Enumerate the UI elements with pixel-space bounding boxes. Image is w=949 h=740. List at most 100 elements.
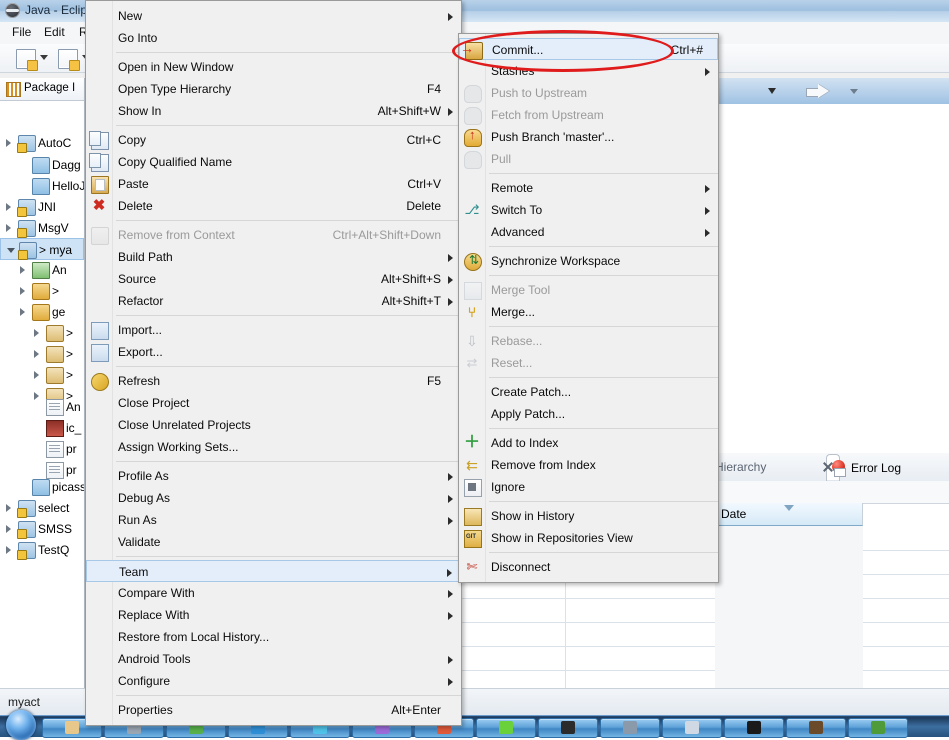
tree-item[interactable]: JNI [0,196,84,218]
menu-item-replace-with[interactable]: Replace With [86,604,461,626]
menu-item-run-as[interactable]: Run As [86,509,461,531]
menu-item-refactor[interactable]: Refactor Alt+Shift+T [86,290,461,312]
tree-item[interactable]: An [0,396,84,418]
menu-item-export[interactable]: Export... [86,341,461,363]
tab-error-log[interactable]: Error Log [826,454,901,481]
chevron-right-icon[interactable] [20,308,25,316]
menu-item-open-in-new-window[interactable]: Open in New Window [86,56,461,78]
menu-item-assign-working-sets[interactable]: Assign Working Sets... [86,436,461,458]
new-file-dropdown-icon[interactable] [40,55,48,60]
tree-item[interactable]: TestQ [0,539,84,561]
tree-item[interactable]: ge [0,301,84,323]
menu-item-profile-as[interactable]: Profile As [86,465,461,487]
menu-item-apply-patch[interactable]: Apply Patch... [459,403,718,425]
close-icon[interactable] [822,461,833,472]
menu-item-properties[interactable]: Properties Alt+Enter [86,699,461,721]
tree-item[interactable]: HelloJ [0,175,84,197]
tree-item[interactable]: An [0,259,84,281]
menu-item-paste[interactable]: Paste Ctrl+V [86,173,461,195]
menu-item-switch-to[interactable]: ⎇ Switch To [459,199,718,221]
menubar-item-edit[interactable]: Edit [40,25,69,39]
menubar-item-file[interactable]: File [8,25,35,39]
taskbar-button[interactable] [848,718,908,738]
tree-item[interactable]: > [0,343,84,365]
editor-forward-arrow-icon[interactable] [806,84,830,98]
team-submenu[interactable]: Commit... Ctrl+# Stashes Push to Upstream Fe… [458,33,719,583]
menu-item-create-patch[interactable]: Create Patch... [459,381,718,403]
tree-item[interactable]: Dagg [0,154,84,176]
menu-item-show-in-repositories-view[interactable]: Show in Repositories View [459,526,718,549]
menu-item-close-unrelated-projects[interactable]: Close Unrelated Projects [86,414,461,436]
menu-item-disconnect[interactable]: ✄ Disconnect [459,556,718,578]
chevron-right-icon[interactable] [34,371,39,379]
package-explorer-tree[interactable]: AutoC Dagg HelloJ JNI MsgV > mya An > ge > > > >… [0,104,84,684]
chevron-right-icon[interactable] [20,266,25,274]
menu-item-close-project[interactable]: Close Project [86,392,461,414]
menu-item-commit[interactable]: Commit... Ctrl+# [459,38,718,60]
menu-item-android-tools[interactable]: Android Tools [86,648,461,670]
menu-item-synchronize-workspace[interactable]: Synchronize Workspace [459,250,718,272]
menu-item-ignore[interactable]: Ignore [459,476,718,498]
tree-item[interactable]: > [0,280,84,302]
chevron-right-icon[interactable] [20,287,25,295]
tree-item[interactable]: SMSS [0,518,84,540]
chevron-right-icon[interactable] [34,350,39,358]
menu-item-remove-from-index[interactable]: ⇇ Remove from Index [459,454,718,476]
editor-view-menu-icon[interactable] [768,88,776,94]
chevron-right-icon[interactable] [6,525,11,533]
chevron-right-icon[interactable] [34,329,39,337]
menu-item-advanced[interactable]: Advanced [459,221,718,243]
menu-item-configure[interactable]: Configure [86,670,461,692]
tree-item[interactable]: > [0,322,84,344]
tree-item[interactable]: > [0,364,84,386]
tree-item[interactable]: MsgV [0,217,84,239]
menu-item-refresh[interactable]: Refresh F5 [86,370,461,392]
menu-item-restore-from-local-history[interactable]: Restore from Local History... [86,626,461,648]
taskbar-button[interactable] [662,718,722,738]
menu-item-push-branch-master[interactable]: Push Branch 'master'... [459,126,718,148]
menu-item-merge[interactable]: ⑂ Merge... [459,301,718,323]
tab-hierarchy[interactable]: Hierarchy [715,460,766,474]
tree-item[interactable]: pr [0,438,84,460]
menu-item-team[interactable]: Team [86,560,461,582]
tree-item[interactable]: AutoC [0,132,84,154]
menu-item-stashes[interactable]: Stashes [459,60,718,82]
new-file-icon[interactable] [16,49,38,71]
menu-item-remote[interactable]: Remote [459,177,718,199]
tree-item[interactable]: > mya [0,238,84,260]
menu-item-open-type-hierarchy[interactable]: Open Type Hierarchy F4 [86,78,461,100]
taskbar-button[interactable] [786,718,846,738]
menu-item-delete[interactable]: ✖ Delete Delete [86,195,461,217]
menu-item-build-path[interactable]: Build Path [86,246,461,268]
taskbar-button[interactable] [600,718,660,738]
chevron-right-icon[interactable] [6,139,11,147]
package-explorer-tabrow[interactable]: Package I [0,78,84,101]
menu-item-debug-as[interactable]: Debug As [86,487,461,509]
menu-item-copy[interactable]: Copy Ctrl+C [86,129,461,151]
new-wizard-icon[interactable] [58,49,80,71]
menu-item-compare-with[interactable]: Compare With [86,582,461,604]
chevron-right-icon[interactable] [6,224,11,232]
project-context-menu[interactable]: New Go Into Open in New Window Open Type Hi… [85,0,462,726]
chevron-right-icon[interactable] [6,504,11,512]
menu-item-source[interactable]: Source Alt+Shift+S [86,268,461,290]
taskbar-button[interactable] [724,718,784,738]
taskbar-button[interactable] [476,718,536,738]
menu-item-go-into[interactable]: Go Into [86,27,461,49]
tree-item[interactable]: picass [0,476,84,498]
menu-item-show-in[interactable]: Show In Alt+Shift+W [86,100,461,122]
taskbar-button[interactable] [538,718,598,738]
menu-item-import[interactable]: Import... [86,319,461,341]
column-header[interactable]: Date [715,503,863,526]
menu-item-add-to-index[interactable]: ＋ Add to Index [459,432,718,454]
chevron-right-icon[interactable] [6,546,11,554]
menu-item-new[interactable]: New [86,5,461,27]
editor-chevron-down-icon[interactable] [850,89,858,94]
chevron-right-icon[interactable] [6,203,11,211]
menu-item-show-in-history[interactable]: Show in History [459,505,718,527]
chevron-down-icon[interactable] [7,248,15,253]
tree-item[interactable]: ic_ [0,417,84,439]
menu-item-copy-qualified-name[interactable]: Copy Qualified Name [86,151,461,173]
tree-item[interactable]: select [0,497,84,519]
menu-item-validate[interactable]: Validate [86,531,461,553]
